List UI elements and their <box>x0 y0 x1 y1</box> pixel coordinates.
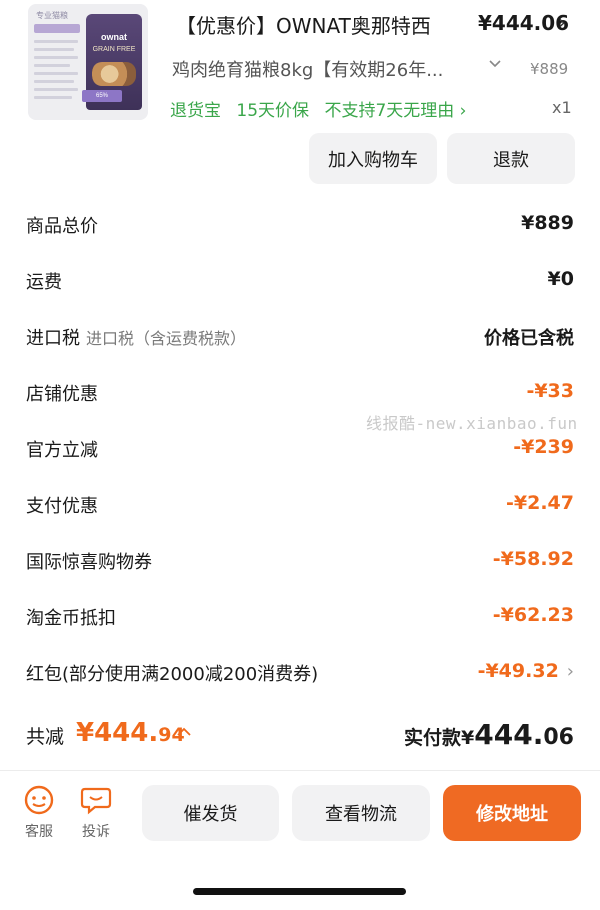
fee-row-coins: 淘金币抵扣 -¥62.23 <box>26 604 574 634</box>
image-caption: 专业猫粮 <box>36 11 68 20</box>
summary-row: 共减 ¥444.94 实付款¥444.06 <box>26 718 574 758</box>
complaint-button[interactable]: 投诉 <box>76 785 116 841</box>
image-text-line <box>34 64 70 67</box>
fee-row-shop-discount: 店铺优惠 -¥33 <box>26 380 574 410</box>
product-title[interactable]: 【优惠价】OWNAT奥那特西 <box>176 10 476 39</box>
fee-row-red-packet[interactable]: 红包(部分使用满2000减200消费券) -¥49.32 › <box>26 660 574 690</box>
fee-label: 官方立减 <box>26 440 98 461</box>
cat-food-bag: ownat GRAIN FREE 65% <box>82 14 142 110</box>
fee-value: -¥62.23 <box>492 604 574 626</box>
total-discount-main: ¥444. <box>76 718 159 748</box>
fee-label-main: 进口税 <box>26 328 80 349</box>
product-image[interactable]: 专业猫粮 ownat GRAIN FREE 65% <box>28 4 148 120</box>
fee-label: 淘金币抵扣 <box>26 608 116 629</box>
customer-service-label: 客服 <box>25 824 53 840</box>
fee-value: -¥33 <box>526 380 574 402</box>
image-chip <box>34 24 80 33</box>
bag-brand: ownat <box>101 32 127 42</box>
bag-tag: GRAIN FREE <box>92 46 136 53</box>
refund-button[interactable]: 退款 <box>447 133 575 184</box>
chevron-right-icon[interactable]: › <box>558 10 566 34</box>
fee-row-subtotal: 商品总价 ¥889 <box>26 212 574 242</box>
image-text-line <box>34 56 78 59</box>
image-text-line <box>34 48 74 51</box>
fee-value: -¥239 <box>513 436 574 458</box>
product-price: ¥444.06 <box>478 11 570 35</box>
change-address-button[interactable]: 修改地址 <box>443 785 581 841</box>
fee-row-payment-discount: 支付优惠 -¥2.47 <box>26 492 574 522</box>
add-to-cart-button[interactable]: 加入购物车 <box>309 133 437 184</box>
fee-value: -¥58.92 <box>492 548 574 570</box>
amount-paid-label: 实付款¥ <box>404 727 475 749</box>
service-tags[interactable]: 退货宝 15天价保 不支持7天无理由 › <box>170 96 476 121</box>
amount-paid: 实付款¥444.06 <box>404 718 574 751</box>
total-discount-value[interactable]: ¥444.94 <box>76 718 185 748</box>
amount-paid-main: 444. <box>474 718 544 751</box>
service-tag: 不支持7天无理由 › <box>324 101 467 121</box>
chevron-up-icon[interactable] <box>176 722 192 743</box>
original-price: ¥889 <box>530 60 569 78</box>
watermark: 线报酷-new.xianbao.fun <box>366 414 578 433</box>
amount-paid-decimal: 06 <box>543 725 574 750</box>
image-text-line <box>34 96 72 99</box>
customer-service-icon <box>19 785 59 819</box>
complaint-icon <box>76 785 116 819</box>
image-text-line <box>34 88 78 91</box>
fee-label-sub: 进口税（含运费税款） <box>86 329 247 348</box>
divider <box>0 770 600 771</box>
view-logistics-button[interactable]: 查看物流 <box>292 785 430 841</box>
service-tag: 退货宝 <box>170 101 221 121</box>
fee-label: 商品总价 <box>26 216 98 237</box>
urge-shipment-button[interactable]: 催发货 <box>142 785 279 841</box>
home-indicator[interactable] <box>193 888 406 895</box>
image-text-line <box>34 40 78 43</box>
fee-label: 店铺优惠 <box>26 384 98 405</box>
bag-badge: 65% <box>82 90 122 102</box>
product-spec[interactable]: 鸡肉绝育猫粮8kg【有效期26年... <box>172 56 488 82</box>
image-text-line <box>34 72 78 75</box>
fee-value: -¥2.47 <box>506 492 574 514</box>
fee-row-official-discount: 官方立减 -¥239 <box>26 436 574 466</box>
fee-row-import-tax: 进口税 进口税（含运费税款） 价格已含税 <box>26 324 574 354</box>
fee-row-shipping: 运费 ¥0 <box>26 268 574 298</box>
fee-value: ¥889 <box>521 212 574 234</box>
chevron-right-icon[interactable]: › <box>567 661 574 682</box>
image-text-line <box>34 80 74 83</box>
fee-value: ¥0 <box>547 268 574 290</box>
quantity: x1 <box>552 98 572 117</box>
fee-value: -¥49.32 › <box>478 660 574 682</box>
fee-label: 运费 <box>26 272 62 293</box>
fee-row-coupon: 国际惊喜购物券 -¥58.92 <box>26 548 574 578</box>
fee-label: 国际惊喜购物券 <box>26 552 152 573</box>
total-discount-label: 共减 <box>26 726 65 748</box>
fee-value: 价格已含税 <box>484 328 574 349</box>
service-tag: 15天价保 <box>236 101 310 121</box>
customer-service-button[interactable]: 客服 <box>19 785 59 841</box>
fee-label: 支付优惠 <box>26 496 98 517</box>
complaint-label: 投诉 <box>82 824 110 840</box>
bag-food-illustration <box>92 62 136 86</box>
chevron-down-icon[interactable] <box>488 56 502 75</box>
fee-value-text: -¥49.32 <box>477 660 559 682</box>
fee-label: 红包(部分使用满2000减200消费券) <box>26 664 319 685</box>
fee-label: 进口税 进口税（含运费税款） <box>26 324 246 350</box>
